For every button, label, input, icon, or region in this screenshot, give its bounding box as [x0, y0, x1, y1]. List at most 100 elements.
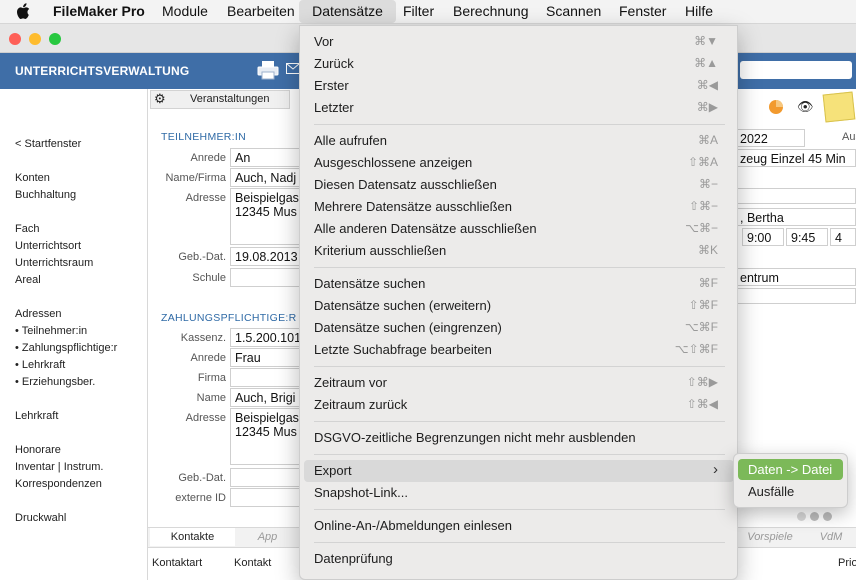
- minimize-window-button[interactable]: [29, 33, 41, 45]
- sidebar-item-lehrkraft[interactable]: Lehrkraft: [15, 410, 58, 422]
- sidebar-item-unterrichtsort[interactable]: Unterrichtsort: [15, 240, 81, 252]
- menu-item[interactable]: Ausgeschlossene anzeigen ⇧⌘A: [304, 152, 734, 174]
- field-name2[interactable]: Auch, Brigi: [230, 388, 300, 407]
- sidebar-item-teilnehmer[interactable]: • Teilnehmer:in: [15, 325, 87, 337]
- sidebar-item-fach[interactable]: Fach: [15, 223, 39, 235]
- submenu-item[interactable]: Daten -> Datei: [738, 459, 843, 480]
- field-course[interactable]: zeug Einzel 45 Min: [735, 149, 856, 167]
- gear-icon[interactable]: ⚙: [154, 91, 166, 107]
- field-year[interactable]: 2022: [735, 129, 805, 147]
- sidebar-item-areal[interactable]: Areal: [15, 274, 41, 286]
- menu-item[interactable]: Letzter ⌘▶: [304, 97, 734, 119]
- menu-item[interactable]: Alle anderen Datensätze ausschließen ⌥⌘−: [304, 218, 734, 240]
- apple-icon[interactable]: [16, 3, 30, 20]
- menu-item[interactable]: Online-An-/Abmeldungen einlesen: [304, 515, 734, 537]
- sidebar-item-konten[interactable]: Konten: [15, 172, 50, 184]
- section-zahlungspflichtige: ZAHLUNGSPFLICHTIGE:R: [161, 312, 297, 324]
- menu-item[interactable]: Mehrere Datensätze ausschließen ⇧⌘−: [304, 196, 734, 218]
- page-dot-1[interactable]: [797, 512, 806, 521]
- label-geb: Geb.-Dat.: [178, 251, 226, 263]
- note-icon[interactable]: [822, 91, 856, 123]
- menu-item[interactable]: DSGVO-zeitliche Begrenzungen nicht mehr …: [304, 427, 734, 449]
- sidebar-item-inventar[interactable]: Inventar | Instrum.: [15, 461, 103, 473]
- field-firma[interactable]: [230, 368, 300, 387]
- sidebar-item-unterrichtsraum[interactable]: Unterrichtsraum: [15, 257, 93, 269]
- field-adresse2[interactable]: Beispielgas 12345 Mus: [230, 408, 300, 465]
- search-input[interactable]: [740, 61, 852, 79]
- menu-item[interactable]: Datenprüfung: [304, 548, 734, 570]
- field-time-extra[interactable]: 4: [830, 228, 856, 246]
- field-geb[interactable]: 19.08.2013: [230, 247, 300, 266]
- menu-item-label: Datensätze suchen: [314, 276, 426, 291]
- menu-fenster[interactable]: Fenster: [619, 0, 666, 23]
- sidebar-item-korrespondenzen[interactable]: Korrespondenzen: [15, 478, 102, 490]
- app-menu[interactable]: FileMaker Pro: [53, 0, 145, 23]
- menu-item-shortcut: ›: [713, 461, 718, 478]
- field-teacher[interactable]: , Bertha: [735, 208, 856, 226]
- menu-datensaetze[interactable]: Datensätze: [299, 0, 396, 23]
- menu-item-label: Datensätze suchen (erweitern): [314, 298, 492, 313]
- tab-veranstaltungen[interactable]: Veranstaltungen: [190, 93, 270, 105]
- sidebar-item-adressen[interactable]: Adressen: [15, 308, 61, 320]
- menu-item[interactable]: Diesen Datensatz ausschließen ⌘−: [304, 174, 734, 196]
- menu-scannen[interactable]: Scannen: [546, 0, 601, 23]
- menu-module[interactable]: Module: [162, 0, 208, 23]
- menu-item[interactable]: Zeitraum zurück ⇧⌘◀: [304, 394, 734, 416]
- field-adresse[interactable]: Beispielgas 12345 Mus: [230, 188, 300, 245]
- sidebar-item-honorare[interactable]: Honorare: [15, 444, 61, 456]
- printer-icon[interactable]: [257, 60, 279, 80]
- menu-berechnung[interactable]: Berechnung: [453, 0, 529, 23]
- mail-icon[interactable]: [286, 62, 300, 76]
- sidebar-item-zahlungspflichtige[interactable]: • Zahlungspflichtige:r: [15, 342, 117, 354]
- tab-vdm[interactable]: VdM: [806, 528, 856, 546]
- menu-item[interactable]: Kriterium ausschließen ⌘K: [304, 240, 734, 262]
- eye-icon[interactable]: 👁: [797, 99, 814, 115]
- field-kassenz[interactable]: 1.5.200.101: [230, 328, 300, 347]
- pie-chart-icon[interactable]: [768, 99, 784, 115]
- sidebar-item-druckwahl[interactable]: Druckwahl: [15, 512, 66, 524]
- submenu-item[interactable]: Ausfälle: [738, 481, 843, 502]
- tab-kontakte[interactable]: Kontakte: [150, 528, 235, 546]
- menu-item[interactable]: Datensätze suchen ⌘F: [304, 273, 734, 295]
- menu-item[interactable]: Erster ⌘◀: [304, 75, 734, 97]
- menu-item[interactable]: Export ›: [304, 460, 734, 482]
- field-schule[interactable]: [230, 268, 300, 287]
- menu-item[interactable]: Snapshot-Link...: [304, 482, 734, 504]
- tab-vorspiele[interactable]: Vorspiele: [740, 528, 800, 546]
- zoom-window-button[interactable]: [49, 33, 61, 45]
- page-dot-3[interactable]: [823, 512, 832, 521]
- menu-item[interactable]: Alle aufrufen ⌘A: [304, 130, 734, 152]
- sidebar-item-buchhaltung[interactable]: Buchhaltung: [15, 189, 76, 201]
- close-window-button[interactable]: [9, 33, 21, 45]
- page-dot-2[interactable]: [810, 512, 819, 521]
- menu-item[interactable]: Zeitraum vor ⇧⌘▶: [304, 372, 734, 394]
- field-right-empty[interactable]: [735, 188, 856, 204]
- field-extern[interactable]: [230, 488, 300, 507]
- sidebar-item-lehrkraft-adr[interactable]: • Lehrkraft: [15, 359, 65, 371]
- menu-item-shortcut: ⌥⌘F: [684, 320, 718, 334]
- field-name[interactable]: Auch, Nadj: [230, 168, 300, 187]
- menu-bearbeiten[interactable]: Bearbeiten: [227, 0, 295, 23]
- col-prio: Prio: [838, 557, 856, 569]
- sidebar-item-erziehungsber[interactable]: • Erziehungsber.: [15, 376, 95, 388]
- menu-hilfe[interactable]: Hilfe: [685, 0, 713, 23]
- menu-filter[interactable]: Filter: [403, 0, 434, 23]
- label-aus: Aus: [842, 131, 856, 143]
- field-time-start[interactable]: 9:00: [742, 228, 784, 246]
- field-anrede[interactable]: An: [230, 148, 300, 167]
- field-geb2[interactable]: [230, 468, 300, 487]
- menu-item[interactable]: Datensätze suchen (erweitern) ⇧⌘F: [304, 295, 734, 317]
- menu-item[interactable]: Vor ⌘▼: [304, 31, 734, 53]
- field-place[interactable]: entrum: [735, 268, 856, 286]
- menu-item[interactable]: Zurück ⌘▲: [304, 53, 734, 75]
- sidebar-item-startfenster[interactable]: < Startfenster: [15, 138, 81, 150]
- menu-item-shortcut: ⇧⌘F: [688, 298, 718, 312]
- field-date-right[interactable]: [735, 288, 856, 304]
- menu-item[interactable]: Datensätze suchen (eingrenzen) ⌥⌘F: [304, 317, 734, 339]
- label-anrede2: Anrede: [190, 352, 226, 364]
- tab-app[interactable]: App: [240, 528, 295, 546]
- menu-item[interactable]: Letzte Suchabfrage bearbeiten ⌥⇧⌘F: [304, 339, 734, 361]
- field-anrede2[interactable]: Frau: [230, 348, 300, 367]
- menu-item-shortcut: ⌘▶: [696, 100, 718, 114]
- field-time-end[interactable]: 9:45: [786, 228, 828, 246]
